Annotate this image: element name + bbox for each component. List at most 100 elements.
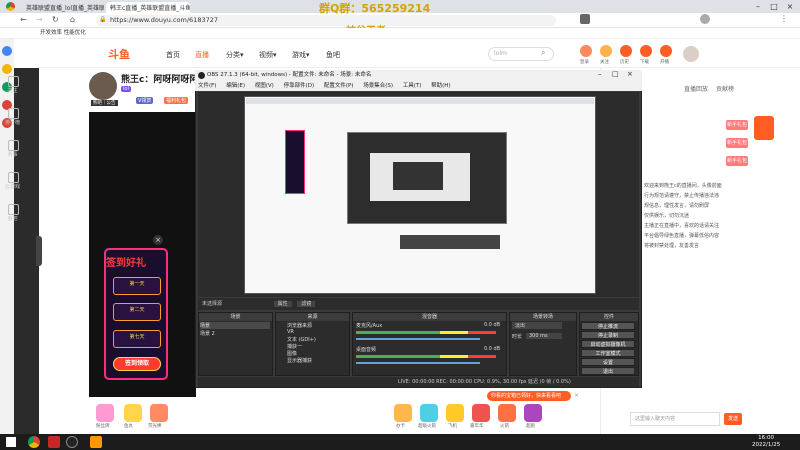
sidebar-collapse-handle[interactable] — [36, 236, 42, 266]
source-item[interactable]: 显示器捕获 — [287, 357, 312, 364]
dock-title: 来源 — [276, 313, 349, 321]
obs-menu-item[interactable]: 停靠部件(D) — [284, 83, 315, 89]
nav-games[interactable]: 游戏▾ — [292, 50, 310, 60]
source-item[interactable]: 图像 — [287, 350, 297, 357]
gift-icon[interactable] — [124, 404, 142, 422]
gift-icon[interactable] — [472, 404, 490, 422]
bookmark-item[interactable]: 开发效率 性能优化 — [40, 30, 86, 36]
promo-banner[interactable] — [754, 116, 774, 140]
sidebar-item-fishbar[interactable]: 鱼吧 — [0, 200, 25, 226]
studio-mode-button[interactable]: 工作室模式 — [581, 349, 635, 357]
virtual-camera-button[interactable]: 启动虚拟摄像机 — [581, 340, 635, 348]
streamer-tag[interactable]: V领赏 — [136, 97, 154, 104]
preview-nested-gift — [285, 130, 305, 194]
history-icon[interactable] — [620, 45, 632, 57]
site-logo[interactable]: 斗鱼 — [108, 46, 130, 62]
start-icon[interactable] — [6, 437, 16, 447]
gift-icon[interactable] — [96, 404, 114, 422]
chrome-taskbar-icon[interactable] — [28, 436, 40, 448]
send-button[interactable]: 发送 — [724, 413, 742, 425]
obs-minimize-icon[interactable]: – — [598, 70, 602, 78]
newbie-gift-badge[interactable]: 新手礼包 — [726, 120, 748, 130]
transition-select[interactable]: 淡出 — [512, 322, 562, 329]
gift-icon[interactable] — [498, 404, 516, 422]
obs-menu-item[interactable]: 帮助(H) — [431, 83, 450, 89]
gift-icon[interactable] — [420, 404, 438, 422]
download-icon[interactable] — [640, 45, 652, 57]
tab-replay[interactable]: 直播回放 — [684, 84, 708, 93]
exit-button[interactable]: 退出 — [581, 367, 635, 375]
obs-menu-item[interactable]: 场景集合(S) — [363, 83, 393, 89]
nav-live[interactable]: 直播 — [195, 50, 209, 60]
gift-icon[interactable] — [150, 404, 168, 422]
browser-tab-active[interactable]: 韩王c直播_英雄联盟直播_斗鱼... — [106, 2, 190, 13]
chat-input[interactable]: 这里输入聊天内容 — [630, 412, 720, 426]
obs-menu-item[interactable]: 视图(V) — [255, 83, 274, 89]
minimize-icon[interactable]: – — [750, 0, 766, 13]
obs-close-icon[interactable]: × — [627, 70, 633, 78]
gift-icon[interactable] — [446, 404, 464, 422]
home-icon[interactable]: ⌂ — [70, 15, 75, 24]
lock-icon: 🔒 — [99, 16, 107, 23]
settings-button[interactable]: 设置 — [581, 358, 635, 366]
maximize-icon[interactable]: □ — [766, 0, 782, 13]
streamer-tag[interactable]: 福利礼包 — [164, 97, 189, 104]
rail-app-icon[interactable] — [2, 46, 12, 56]
gift-label: 嘉年华 — [470, 424, 484, 429]
newbie-gift-badge[interactable]: 新手礼包 — [726, 138, 748, 148]
search-icon[interactable]: ⌕ — [541, 48, 545, 58]
source-item[interactable]: VR — [287, 329, 294, 335]
source-item[interactable]: 文本 (GDI+) — [287, 336, 316, 343]
gift-icon[interactable] — [394, 404, 412, 422]
back-icon[interactable]: ← — [20, 15, 27, 24]
obs-taskbar-icon[interactable] — [66, 436, 78, 448]
obs-properties-button[interactable]: 属性 — [273, 301, 292, 307]
nav-video[interactable]: 视频▾ — [259, 50, 277, 60]
nav-home[interactable]: 首页 — [166, 50, 180, 60]
forward-icon[interactable]: → — [36, 15, 43, 24]
sidebar-item-ranking[interactable]: 排行榜 — [0, 104, 25, 130]
volume-slider[interactable] — [356, 338, 480, 340]
sidebar-item-events[interactable]: 赛事 — [0, 136, 25, 162]
obs-menu-item[interactable]: 配置文件(P) — [324, 83, 354, 89]
nav-category[interactable]: 分类▾ — [226, 50, 244, 60]
scene-item[interactable]: 场景 — [200, 322, 270, 329]
user-avatar[interactable] — [683, 46, 699, 62]
obs-menu-item[interactable]: 工具(T) — [403, 83, 422, 89]
url-input[interactable]: https://www.douyu.com/6183727 — [96, 15, 556, 26]
scene-item[interactable]: 场景 2 — [200, 330, 215, 337]
close-icon[interactable]: × — [153, 235, 163, 245]
sidebar-item-follow[interactable]: 关注 — [0, 72, 25, 98]
streamer-tag[interactable]: lol — [121, 86, 131, 92]
close-icon[interactable]: × — [782, 0, 798, 13]
sidebar-item-cloud-games[interactable]: 云游戏 — [0, 168, 25, 194]
extension-icon[interactable] — [580, 14, 590, 24]
newbie-gift-badge[interactable]: 新手礼包 — [726, 156, 748, 166]
gift-icon[interactable] — [524, 404, 542, 422]
nav-fishbar[interactable]: 鱼吧 — [326, 50, 340, 60]
obs-filters-button[interactable]: 滤镜 — [297, 301, 316, 307]
login-icon[interactable] — [580, 45, 592, 57]
tooltip-close-icon[interactable]: × — [574, 392, 579, 399]
streamer-avatar[interactable] — [89, 72, 117, 100]
volume-slider[interactable] — [356, 362, 480, 364]
reload-icon[interactable]: ↻ — [52, 15, 59, 24]
stop-recording-button[interactable]: 停止录制 — [581, 331, 635, 339]
obs-menu-item[interactable]: 编辑(E) — [226, 83, 245, 89]
source-item[interactable]: 捕获一 — [287, 343, 302, 350]
broadcast-icon[interactable] — [660, 45, 672, 57]
menu-icon[interactable]: ⋮ — [780, 14, 788, 23]
tab-ranking[interactable]: 贡献榜 — [716, 84, 734, 93]
duration-input[interactable]: 300 ms — [526, 333, 562, 339]
checkin-claim-button[interactable]: 签到领取 — [113, 357, 161, 371]
taskbar-app-icon[interactable] — [48, 436, 60, 448]
stop-streaming-button[interactable]: 停止推流 — [581, 322, 635, 330]
obs-maximize-icon[interactable]: □ — [612, 70, 619, 78]
obs-menu-item[interactable]: 文件(F) — [198, 83, 216, 89]
taskbar-app-icon[interactable] — [90, 436, 102, 448]
source-item[interactable]: 浏览器来源 — [287, 322, 312, 329]
follow-icon[interactable] — [600, 45, 612, 57]
browser-tab[interactable]: 英雄联盟直播_lol直播_英雄联... — [22, 2, 104, 13]
profile-icon[interactable] — [700, 14, 710, 24]
chat-line: 欢迎来到熊王c的直播间，头像前面 — [644, 183, 722, 189]
